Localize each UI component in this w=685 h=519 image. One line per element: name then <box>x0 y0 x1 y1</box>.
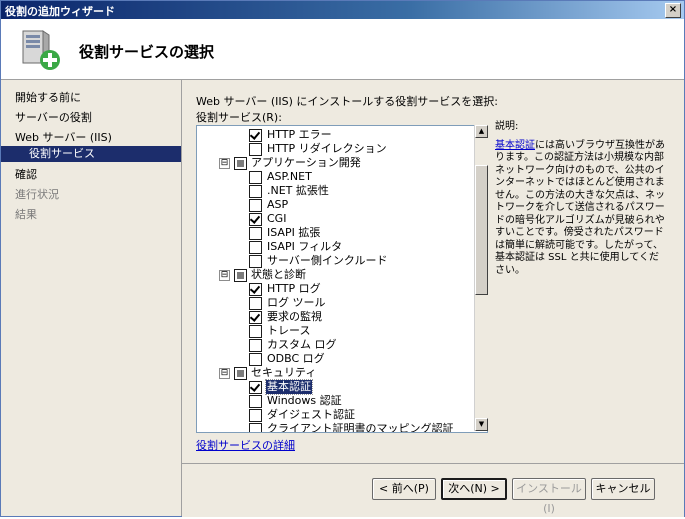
checkbox[interactable] <box>234 269 247 282</box>
instruction-text: Web サーバー (IIS) にインストールする役割サービスを選択: <box>196 95 498 108</box>
next-button[interactable]: 次へ(N) > <box>441 478 507 500</box>
checkbox[interactable] <box>249 381 262 394</box>
scroll-down-button[interactable]: ▼ <box>475 418 488 431</box>
nav-step-progress: 進行状況 <box>15 188 59 201</box>
install-button: インストール(I) <box>512 478 586 515</box>
nav-step-results: 結果 <box>15 208 37 221</box>
nav-step-before-you-begin[interactable]: 開始する前に <box>15 89 81 105</box>
checkbox[interactable] <box>249 227 262 240</box>
checkbox[interactable] <box>249 213 262 226</box>
checkbox[interactable] <box>249 353 262 366</box>
nav-step-confirmation[interactable]: 確認 <box>15 166 37 182</box>
checkbox[interactable] <box>249 423 262 432</box>
page-title: 役割サービスの選択 <box>79 43 215 61</box>
collapse-icon[interactable]: ⊟ <box>219 368 230 379</box>
window-title: 役割の追加ウィザード <box>5 5 115 18</box>
role-services-tree[interactable]: HTTP エラー HTTP リダイレクション ⊟ アプリケーション開発 ASP.N… <box>196 125 488 433</box>
checkbox[interactable] <box>234 157 247 170</box>
tree-scrollbar[interactable]: ▲ ▼ <box>474 125 488 431</box>
scroll-up-button[interactable]: ▲ <box>475 125 488 138</box>
nav-step-role-services[interactable]: 役割サービス <box>1 146 181 162</box>
checkbox[interactable] <box>249 185 262 198</box>
checkbox[interactable] <box>249 143 262 156</box>
close-button[interactable]: × <box>665 3 681 18</box>
role-services-details-link[interactable]: 役割サービスの詳細 <box>196 437 295 453</box>
basic-auth-link[interactable]: 基本認証 <box>495 140 535 151</box>
checkbox[interactable] <box>234 367 247 380</box>
wizard-steps-nav: 開始する前に サーバーの役割 Web サーバー (IIS) 役割サービス 確認 … <box>1 80 182 516</box>
description-panel: 説明: 基本認証には高いブラウザ互換性があります。この認証方法は小規模な内部ネッ… <box>495 121 667 277</box>
checkbox[interactable] <box>249 129 262 142</box>
checkbox[interactable] <box>249 241 262 254</box>
checkbox[interactable] <box>249 325 262 338</box>
collapse-icon[interactable]: ⊟ <box>219 270 230 281</box>
wizard-header: 役割サービスの選択 <box>1 19 684 80</box>
checkbox[interactable] <box>249 409 262 422</box>
description-text: には高いブラウザ互換性があります。この認証方法は小規模な内部ネットワーク向けのも… <box>495 139 665 276</box>
title-bar[interactable]: 役割の追加ウィザード × <box>1 1 684 19</box>
tree-label: 役割サービス(R): <box>196 111 282 124</box>
back-button[interactable]: < 前へ(P) <box>372 478 436 500</box>
server-add-icon <box>22 30 60 70</box>
nav-step-server-roles[interactable]: サーバーの役割 <box>15 109 92 125</box>
checkbox[interactable] <box>249 255 262 268</box>
checkbox[interactable] <box>249 283 262 296</box>
checkbox[interactable] <box>249 395 262 408</box>
checkbox[interactable] <box>249 297 262 310</box>
nav-step-web-server[interactable]: Web サーバー (IIS) <box>15 129 112 145</box>
checkbox[interactable] <box>249 171 262 184</box>
collapse-icon[interactable]: ⊟ <box>219 158 230 169</box>
cancel-button[interactable]: キャンセル <box>591 478 655 500</box>
scroll-thumb[interactable] <box>475 165 488 295</box>
checkbox[interactable] <box>249 199 262 212</box>
checkbox[interactable] <box>249 311 262 324</box>
wizard-window: 役割の追加ウィザード × 役割サービスの選択 開始する前に サーバーの役割 We… <box>0 0 685 517</box>
checkbox[interactable] <box>249 339 262 352</box>
description-heading: 説明: <box>495 121 519 132</box>
